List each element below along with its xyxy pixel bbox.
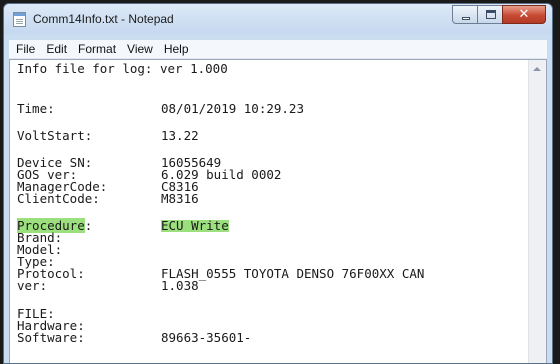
- scroll-up-arrow-icon[interactable]: [533, 67, 541, 71]
- menu-bar: File Edit Format View Help: [9, 40, 547, 59]
- text-editor-area[interactable]: Info file for log: ver 1.000 Time: 08/01…: [9, 59, 547, 363]
- client-code-label: ClientCode:: [17, 191, 100, 206]
- minimize-icon: [462, 17, 470, 20]
- ver-label: ver:: [17, 278, 48, 293]
- ver-value: 1.038: [161, 278, 199, 293]
- menu-format[interactable]: Format: [74, 42, 120, 56]
- window-controls: ✕: [452, 5, 546, 25]
- menu-edit[interactable]: Edit: [42, 42, 71, 56]
- voltstart-value: 13.22: [161, 128, 199, 143]
- menu-help[interactable]: Help: [160, 42, 193, 56]
- minimize-button[interactable]: [452, 5, 478, 24]
- text-line: Time: 08/01/2019 10:29.23: [17, 101, 304, 116]
- close-button[interactable]: ✕: [502, 5, 546, 24]
- vertical-scrollbar[interactable]: [528, 60, 546, 363]
- text-line: ver: 1.038: [17, 278, 199, 293]
- notepad-app-icon[interactable]: [13, 12, 26, 27]
- text-line: Software: 89663-35601-: [17, 331, 251, 344]
- client-code-value: M8316: [161, 191, 199, 206]
- protocol-value: FLASH_0555 TOYOTA DENSO 76F00XX CAN: [161, 266, 425, 281]
- close-icon: ✕: [518, 7, 530, 22]
- text-line: ClientCode: M8316: [17, 192, 199, 205]
- maximize-icon: [486, 10, 496, 19]
- window-title: Comm14Info.txt - Notepad: [33, 12, 174, 26]
- time-value: 08/01/2019 10:29.23: [161, 101, 304, 116]
- software-value: 89663-35601-: [161, 330, 252, 345]
- text-line: Info file for log: ver 1.000: [17, 62, 228, 75]
- screen-edge: [553, 0, 560, 364]
- time-label: Time:: [17, 101, 55, 116]
- voltstart-label: VoltStart:: [17, 128, 93, 143]
- procedure-colon: :: [84, 218, 93, 233]
- menu-file[interactable]: File: [12, 42, 39, 56]
- procedure-value: ECU Write: [161, 218, 229, 233]
- text-line: VoltStart: 13.22: [17, 129, 199, 142]
- software-label: Software:: [17, 330, 85, 345]
- menu-view[interactable]: View: [123, 42, 157, 56]
- header-line: Info file for log: ver 1.000: [17, 61, 228, 76]
- notepad-window: Comm14Info.txt - Notepad ✕ File Edit For…: [3, 3, 553, 364]
- document-text: Info file for log: ver 1.000 Time: 08/01…: [17, 62, 424, 344]
- title-bar[interactable]: Comm14Info.txt - Notepad ✕: [4, 4, 552, 34]
- maximize-button[interactable]: [477, 5, 503, 24]
